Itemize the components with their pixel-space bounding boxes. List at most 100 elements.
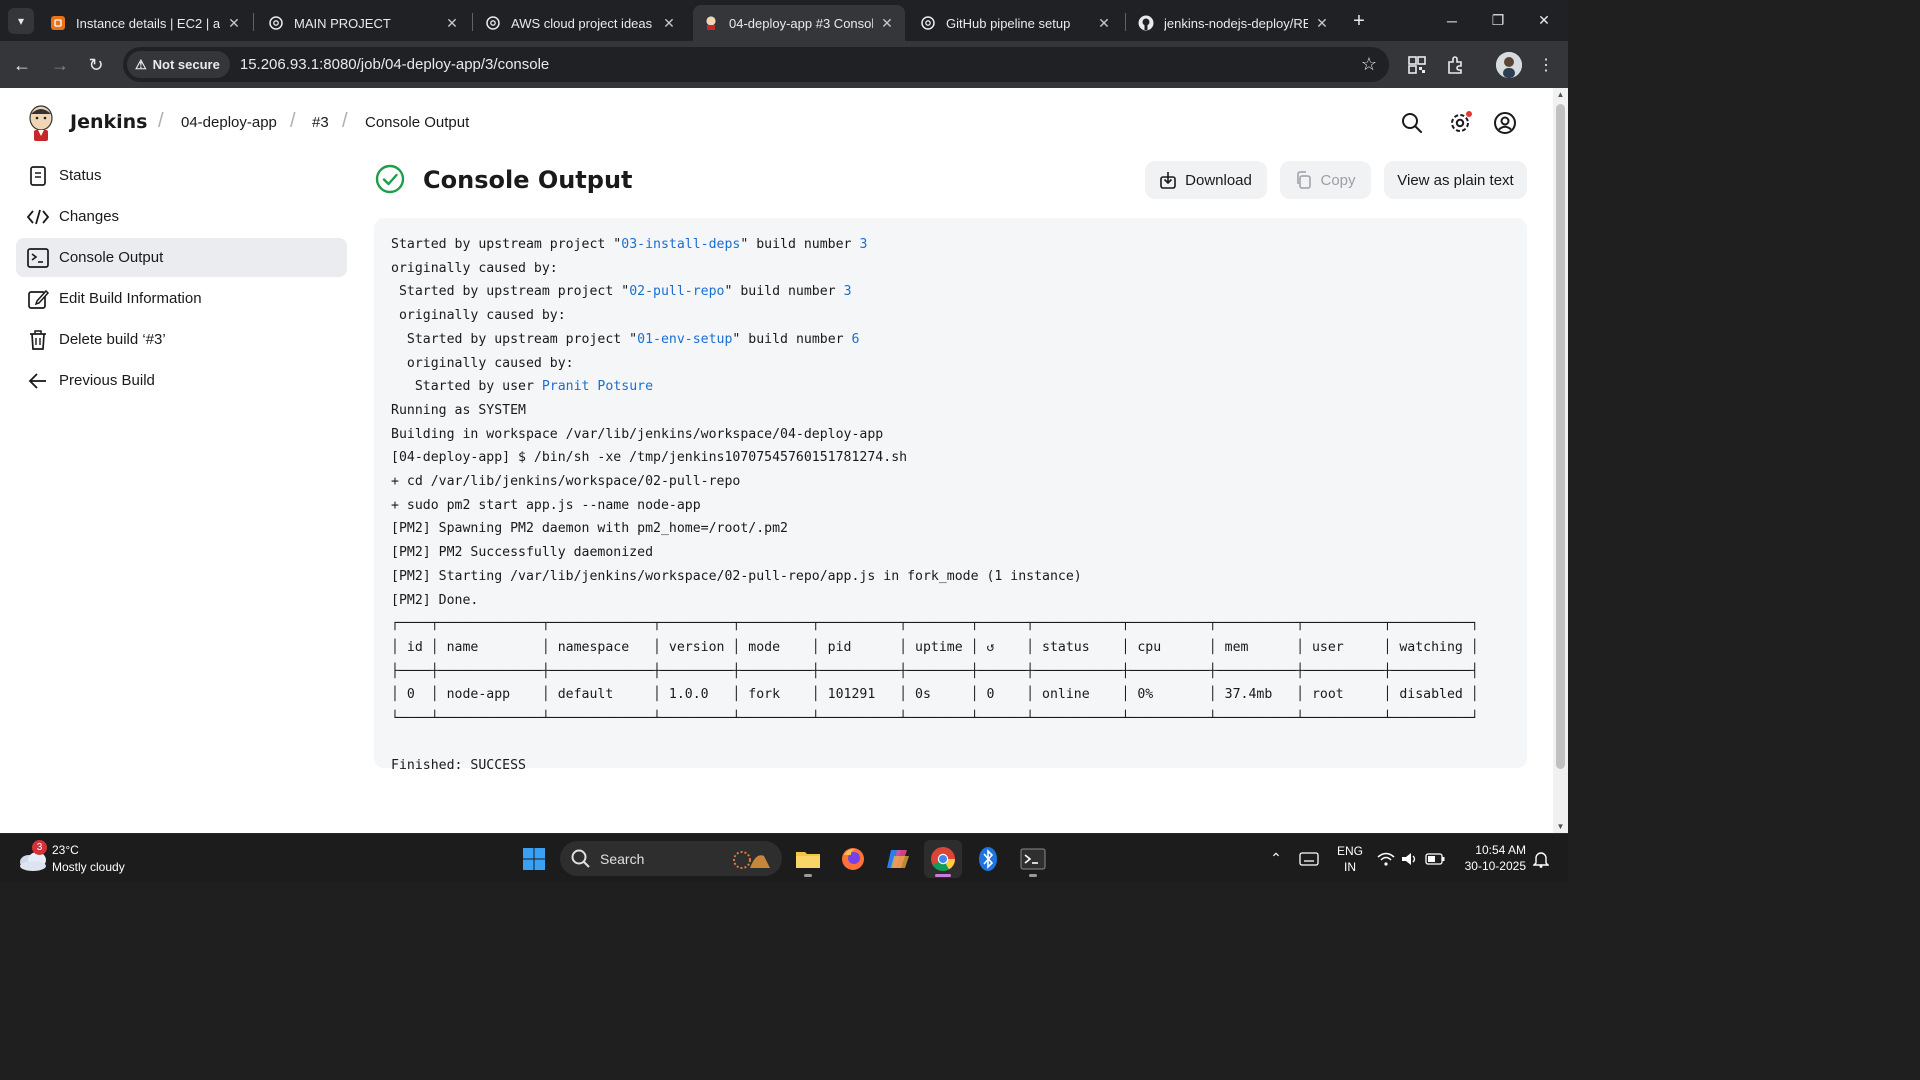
upstream-link-03-install-deps[interactable]: 03-install-deps (621, 237, 740, 252)
sidebar-item-console-output[interactable]: Console Output (16, 238, 347, 277)
windows-start-button[interactable] (515, 840, 553, 878)
search-highlight-icon (733, 850, 770, 869)
sidebar-item-edit-build[interactable]: Edit Build Information (16, 279, 347, 318)
openai-icon (268, 15, 284, 31)
jenkins-logo-icon[interactable] (26, 104, 56, 142)
copilot-icon[interactable] (879, 840, 917, 878)
battery-icon[interactable] (1424, 834, 1446, 883)
new-tab-button[interactable]: + (1346, 8, 1372, 34)
openai-icon (920, 15, 936, 31)
page-title: Console Output (423, 166, 633, 194)
security-indicator[interactable]: ⚠ Not secure (127, 51, 230, 78)
chevron-up-icon[interactable]: ⌃ (1264, 834, 1288, 883)
windows-logo-icon (523, 848, 545, 870)
close-icon[interactable]: ✕ (661, 15, 677, 32)
aws-icon (50, 15, 66, 31)
browser-toolbar: ← → ↻ ⚠ Not secure 15.206.93.1:8080/job/… (0, 41, 1568, 88)
notification-bell-icon[interactable] (1530, 834, 1552, 883)
scrollbar-thumb[interactable] (1556, 104, 1565, 769)
forward-button[interactable]: → (46, 51, 74, 79)
sidebar-item-changes[interactable]: Changes (16, 197, 347, 236)
restore-button[interactable]: ❐ (1475, 0, 1521, 41)
terminal-app-icon[interactable] (1014, 840, 1052, 878)
extensions-icon[interactable] (1442, 52, 1468, 78)
tab-main-project[interactable]: MAIN PROJECT ✕ (258, 5, 470, 41)
download-button[interactable]: Download (1145, 161, 1267, 199)
jenkins-icon (703, 15, 719, 31)
browser-tab-strip: ▾ Instance details | EC2 | ap-s ✕ MAIN P… (0, 0, 1568, 41)
openai-icon (485, 15, 501, 31)
tab-jenkins-console[interactable]: 04-deploy-app #3 Console ✕ (693, 5, 905, 41)
chrome-icon[interactable] (924, 840, 962, 878)
file-explorer-icon[interactable] (789, 840, 827, 878)
trash-icon (26, 328, 50, 352)
console-output-panel: Started by upstream project "03-install-… (374, 218, 1527, 773)
upstream-link-02-pull-repo[interactable]: 02-pull-repo (629, 284, 724, 299)
console-log: Started by upstream project "03-install-… (391, 237, 1479, 774)
view-plain-text-button[interactable]: View as plain text (1384, 161, 1527, 199)
code-icon (26, 205, 50, 229)
scroll-down-arrow-icon[interactable]: ▼ (1553, 822, 1568, 831)
sidebar-item-delete-build[interactable]: Delete build ‘#3’ (16, 320, 347, 359)
tab-github-pipeline[interactable]: GitHub pipeline setup ✕ (910, 5, 1122, 41)
jenkins-header: Jenkins / 04-deploy-app / #3 / Console O… (0, 88, 1553, 158)
user-account-icon[interactable] (1492, 110, 1518, 136)
breadcrumb-build[interactable]: #3 (312, 114, 329, 131)
address-bar[interactable]: ⚠ Not secure 15.206.93.1:8080/job/04-dep… (123, 47, 1389, 82)
page-scrollbar[interactable]: ▲ ▼ (1553, 88, 1568, 833)
jenkins-brand[interactable]: Jenkins (70, 111, 147, 133)
settings-gear-icon[interactable] (1447, 110, 1473, 136)
breadcrumb-current[interactable]: Console Output (365, 114, 469, 131)
language-indicator[interactable]: ENG IN (1332, 834, 1368, 883)
taskbar-search[interactable]: Search (560, 841, 782, 876)
copy-button[interactable]: Copy (1280, 161, 1371, 199)
search-icon (571, 849, 590, 868)
tab-github-readme[interactable]: jenkins-nodejs-deploy/REA ✕ (1128, 5, 1340, 41)
build-number-link[interactable]: 3 (859, 237, 867, 252)
wifi-icon[interactable] (1376, 834, 1396, 883)
keyboard-icon[interactable] (1296, 834, 1322, 883)
close-icon[interactable]: ✕ (1314, 15, 1330, 32)
terminal-icon (26, 246, 50, 270)
browser-menu-icon[interactable]: ⋮ (1533, 52, 1559, 78)
qr-code-icon[interactable] (1404, 52, 1430, 78)
close-icon[interactable]: ✕ (444, 15, 460, 32)
volume-icon[interactable] (1400, 834, 1420, 883)
window-close-button[interactable]: ✕ (1521, 0, 1567, 41)
close-icon[interactable]: ✕ (226, 15, 242, 32)
tab-ec2-instance[interactable]: Instance details | EC2 | ap-s ✕ (40, 5, 252, 41)
arrow-left-icon (26, 369, 50, 393)
weather-widget[interactable]: 3 23°C Mostly cloudy (18, 840, 158, 876)
firefox-icon[interactable] (834, 840, 872, 878)
user-link[interactable]: Pranit Potsure (542, 379, 653, 394)
jenkins-page: Jenkins / 04-deploy-app / #3 / Console O… (0, 88, 1553, 833)
notification-badge: 3 (32, 840, 47, 855)
build-number-link[interactable]: 6 (852, 332, 860, 347)
url-text[interactable]: 15.206.93.1:8080/job/04-deploy-app/3/con… (240, 56, 549, 73)
bookmark-star-icon[interactable]: ☆ (1361, 54, 1377, 75)
reload-button[interactable]: ↻ (82, 51, 110, 79)
tab-search-menu-button[interactable]: ▾ (8, 8, 34, 34)
profile-avatar[interactable] (1496, 52, 1522, 78)
sidebar-item-previous-build[interactable]: Previous Build (16, 361, 347, 400)
search-icon[interactable] (1399, 110, 1425, 136)
build-number-link[interactable]: 3 (844, 284, 852, 299)
scroll-up-arrow-icon[interactable]: ▲ (1553, 90, 1568, 99)
back-button[interactable]: ← (8, 51, 36, 79)
success-check-icon (375, 164, 405, 194)
close-icon[interactable]: ✕ (1096, 15, 1112, 32)
tab-aws-ideas[interactable]: AWS cloud project ideas ✕ (475, 5, 687, 41)
close-icon[interactable]: ✕ (879, 15, 895, 32)
download-icon (1160, 171, 1176, 189)
sidebar: Status Changes Console Output Edit Build… (16, 156, 347, 402)
github-icon (1138, 15, 1154, 31)
copy-icon (1295, 171, 1312, 189)
upstream-link-01-env-setup[interactable]: 01-env-setup (637, 332, 732, 347)
status-icon (26, 164, 50, 188)
windows-taskbar: 3 23°C Mostly cloudy Search ⌃ ENG IN 10:… (0, 833, 1568, 882)
breadcrumb-job[interactable]: 04-deploy-app (181, 114, 277, 131)
sidebar-item-status[interactable]: Status (16, 156, 347, 195)
minimize-button[interactable]: ─ (1429, 0, 1475, 41)
bluetooth-icon[interactable] (969, 840, 1007, 878)
system-clock[interactable]: 10:54 AM 30-10-2025 (1465, 842, 1526, 874)
